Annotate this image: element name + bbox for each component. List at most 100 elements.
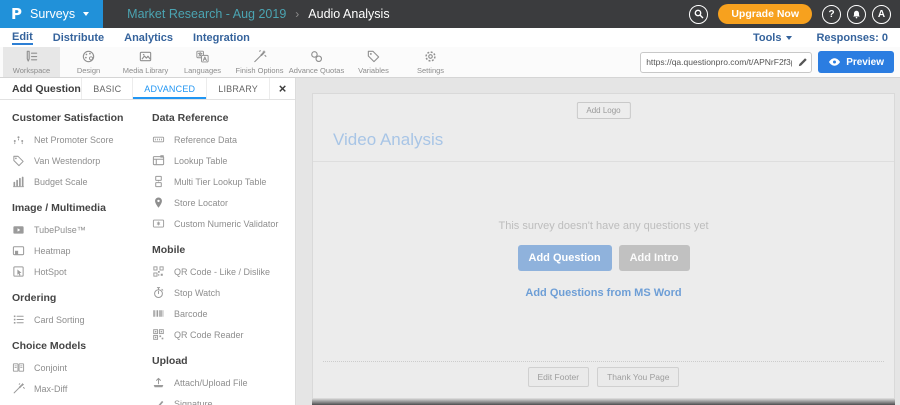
notifications-button[interactable] [847, 4, 866, 24]
tab-library[interactable]: LIBRARY [206, 78, 269, 99]
map-pin-icon [155, 197, 162, 208]
question-type-label: Signature [174, 398, 213, 405]
pencil-icon [799, 57, 807, 66]
question-type-heatmap[interactable]: Heatmap [12, 240, 152, 261]
question-type-tubepulse[interactable]: TubePulse™ [12, 219, 152, 240]
question-type-label: Multi Tier Lookup Table [174, 176, 267, 187]
cursor-box-icon [13, 266, 24, 277]
edit-toolbar: Workspace Design Media Library Languages… [0, 47, 900, 78]
question-type-store-locator[interactable]: Store Locator [152, 192, 295, 213]
section-title: Mobile [152, 244, 186, 256]
title-divider [313, 161, 894, 162]
question-type-van-westendorp[interactable]: Van Westendorp [12, 150, 152, 171]
section-title: Choice Models [12, 340, 87, 352]
question-type-reference-data[interactable]: Reference Data [152, 129, 295, 150]
breadcrumb-folder-link[interactable]: Market Research - Aug 2019 [127, 7, 286, 21]
tab-distribute[interactable]: Distribute [53, 32, 104, 44]
bell-icon [853, 10, 860, 18]
toolbar-item-variables[interactable]: Variables [345, 47, 402, 77]
chevron-down-icon [83, 12, 90, 16]
account-button[interactable]: A [872, 4, 891, 24]
section-choice-models: Choice Models Conjoint Max-Diff [12, 340, 152, 399]
search-icon [694, 9, 704, 19]
question-type-card-sorting[interactable]: Card Sorting [12, 309, 152, 330]
toolbar-item-workspace[interactable]: Workspace [3, 47, 60, 77]
toolbar-label: Settings [416, 66, 445, 75]
product-switcher[interactable]: P Surveys [0, 0, 104, 28]
question-type-net-promoter-score[interactable]: Net Promoter Score [12, 129, 152, 150]
question-type-label: QR Code - Like / Dislike [174, 266, 271, 277]
toolbar-item-media-library[interactable]: Media Library [117, 47, 174, 77]
tab-basic[interactable]: BASIC [81, 78, 132, 99]
section-data-reference: Data Reference Reference Data Lookup Tab… [152, 112, 295, 234]
toolbar-item-advance-quotas[interactable]: Advance Quotas [288, 47, 345, 77]
preview-button[interactable]: Preview [818, 51, 894, 73]
upgrade-now-button[interactable]: Upgrade Now [718, 4, 812, 24]
toolbar-item-languages[interactable]: Languages [174, 47, 231, 77]
question-type-barcode[interactable]: Barcode [152, 303, 295, 324]
tab-integration[interactable]: Integration [193, 32, 250, 44]
question-type-conjoint[interactable]: Conjoint [12, 357, 152, 378]
edit-url-button[interactable] [797, 57, 808, 68]
responses-count[interactable]: Responses: 0 [816, 32, 888, 44]
add-question-button[interactable]: Add Question [517, 245, 612, 271]
add-questions-from-ms-word-link[interactable]: Add Questions from MS Word [525, 287, 681, 299]
section-customer-satisfaction: Customer Satisfaction Net Promoter Score… [12, 112, 152, 192]
tools-label: Tools [752, 31, 782, 44]
section-title: Image / Multimedia [12, 202, 106, 214]
tab-advanced[interactable]: ADVANCED [132, 78, 206, 99]
panel-column-2: Data Reference Reference Data Lookup Tab… [152, 109, 295, 405]
toolbar-item-settings[interactable]: Settings [402, 47, 459, 77]
toolbar-label: Workspace [12, 66, 51, 75]
question-type-max-diff[interactable]: Max-Diff [12, 378, 152, 399]
wand-icon [254, 50, 267, 63]
price-tag-icon [13, 155, 24, 167]
question-type-custom-numeric-validator[interactable]: Custom Numeric Validator [152, 213, 295, 234]
question-type-label: Custom Numeric Validator [174, 218, 279, 229]
survey-url-box [640, 51, 813, 73]
section-image-multimedia: Image / Multimedia TubePulse™ Heatmap Ho… [12, 202, 152, 282]
palette-icon [82, 50, 95, 63]
sort-list-icon [13, 315, 24, 324]
question-type-budget-scale[interactable]: Budget Scale [12, 171, 152, 192]
question-type-label: Heatmap [34, 245, 71, 256]
topbar-actions: Upgrade Now ? A [689, 4, 900, 24]
stopwatch-icon [154, 287, 164, 299]
question-type-hotspot[interactable]: HotSpot [12, 261, 152, 282]
help-button[interactable]: ? [822, 4, 841, 24]
question-type-attach-upload-file[interactable]: Attach/Upload File [152, 372, 295, 393]
tab-analytics[interactable]: Analytics [124, 32, 173, 44]
tools-menu[interactable]: Tools [753, 32, 793, 44]
tab-edit[interactable]: Edit [12, 31, 33, 45]
question-type-lookup-table[interactable]: Lookup Table [152, 150, 295, 171]
question-type-multi-tier-lookup-table[interactable]: Multi Tier Lookup Table [152, 171, 295, 192]
barcode-icon [153, 310, 164, 317]
survey-url-input[interactable] [641, 57, 798, 67]
toolbar-item-design[interactable]: Design [60, 47, 117, 77]
question-type-qr-code-like-dislike[interactable]: QR Code - Like / Dislike [152, 261, 295, 282]
edit-footer-button[interactable]: Edit Footer [527, 367, 590, 387]
cards-icon [12, 363, 25, 372]
top-navbar: P Surveys Market Research - Aug 2019 › A… [0, 0, 900, 28]
toolbar-label: Variables [358, 66, 389, 75]
survey-card: Add Logo Video Analysis This survey does… [312, 93, 895, 399]
toolbar-label: Advance Quotas [288, 66, 345, 75]
add-logo-button[interactable]: Add Logo [576, 102, 631, 119]
section-ordering: Ordering Card Sorting [12, 292, 152, 330]
tag-icon [367, 50, 380, 63]
add-intro-button[interactable]: Add Intro [618, 245, 690, 271]
toolbar-item-finish-options[interactable]: Finish Options [231, 47, 288, 77]
translate-icon [196, 50, 209, 63]
panel-header: Add Question BASIC ADVANCED LIBRARY × [0, 78, 295, 100]
close-panel-button[interactable]: × [269, 78, 295, 99]
survey-title[interactable]: Video Analysis [333, 130, 443, 150]
search-button[interactable] [689, 4, 709, 24]
qr-code-icon [153, 266, 164, 277]
question-type-signature[interactable]: Signature [152, 393, 295, 405]
question-type-qr-code-reader[interactable]: QR Code Reader [152, 324, 295, 345]
question-type-stop-watch[interactable]: Stop Watch [152, 282, 295, 303]
thank-you-page-button[interactable]: Thank You Page [597, 367, 680, 387]
avatar: A [877, 8, 886, 20]
empty-state: This survey doesn't have any questions y… [313, 220, 894, 301]
question-type-label: Store Locator [174, 197, 229, 208]
